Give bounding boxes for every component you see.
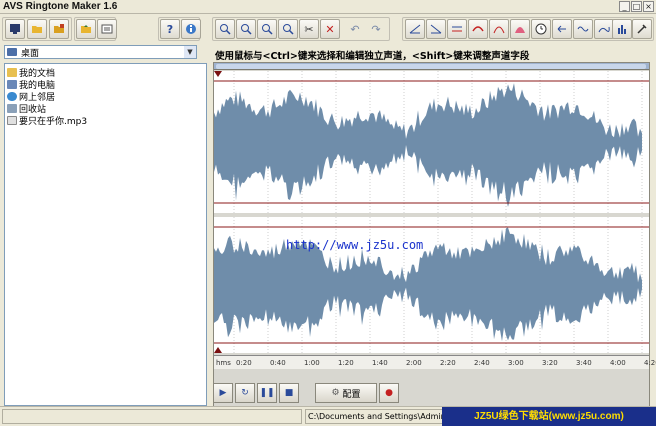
pause-button[interactable]: ❚❚ xyxy=(257,383,277,403)
reverse-icon[interactable] xyxy=(552,19,572,39)
waveform-view[interactable]: http://www.jz5u.com hms 0:20 0:40 1:00 1:20 1… xyxy=(213,62,656,410)
echo-icon[interactable] xyxy=(489,19,509,39)
equalizer-icon[interactable] xyxy=(612,19,632,39)
zoom-out-icon[interactable] xyxy=(236,19,256,39)
folder-icon xyxy=(7,67,17,77)
view-list-icon[interactable] xyxy=(97,19,117,39)
silence-icon[interactable] xyxy=(573,19,593,39)
zoom-selection-icon[interactable] xyxy=(278,19,298,39)
file-browser: 桌面 ▼ 我的文档 我的电脑 网上邻居 回收站 要只在乎你.mp3 xyxy=(0,44,207,406)
tree-item-computer[interactable]: 我的电脑 xyxy=(7,78,55,91)
timeline-label: 0:40 xyxy=(270,359,286,367)
main-toolbar: ? ✂ ✕ ↶ ↷ xyxy=(0,14,656,44)
file-tree: 我的文档 我的电脑 网上邻居 回收站 要只在乎你.mp3 xyxy=(4,63,207,406)
loop-button[interactable]: ↻ xyxy=(235,383,255,403)
title-bar: AVS Ringtone Maker 1.6 _ □ × xyxy=(0,0,656,14)
fade-out-icon[interactable] xyxy=(426,19,446,39)
status-bar: C:\Documents and Settings\Administrator\… xyxy=(0,406,656,426)
config-label: 配置 xyxy=(342,389,361,400)
config-button[interactable]: ⚙ 配置 xyxy=(315,383,377,403)
timeline-label: 0:20 xyxy=(236,359,252,367)
tree-item-network[interactable]: 网上邻居 xyxy=(7,90,55,103)
recycle-bin-icon xyxy=(7,103,17,113)
timeline-label: 4:00 xyxy=(610,359,626,367)
timeline-label: hms xyxy=(216,359,231,367)
timer-icon[interactable] xyxy=(531,19,551,39)
zoom-in-icon[interactable] xyxy=(215,19,235,39)
help-icon[interactable]: ? xyxy=(160,19,180,39)
redo-icon[interactable]: ↷ xyxy=(366,19,386,39)
settings-icon[interactable] xyxy=(594,19,614,39)
computer-icon xyxy=(7,79,17,89)
tools-icon[interactable] xyxy=(632,19,652,39)
timeline-label: 2:40 xyxy=(474,359,490,367)
horizontal-scrollbar[interactable] xyxy=(214,63,649,70)
close-button[interactable]: × xyxy=(643,1,654,12)
editor-hint: 使用鼠标与<Ctrl>键来选择和编辑独立声道，<Shift>键来调整声道字段 xyxy=(215,51,530,62)
minimize-button[interactable]: _ xyxy=(619,1,630,12)
monitor-icon[interactable] xyxy=(5,19,25,39)
window-title: AVS Ringtone Maker 1.6 xyxy=(3,1,118,12)
timeline-label: 3:00 xyxy=(508,359,524,367)
channel-right[interactable] xyxy=(214,217,649,353)
waveform-editor: 使用鼠标与<Ctrl>键来选择和编辑独立声道，<Shift>键来调整声道字段 h… xyxy=(207,44,656,410)
folder-up-icon[interactable] xyxy=(76,19,96,39)
timeline-label: 1:40 xyxy=(372,359,388,367)
waveform-right xyxy=(214,217,649,353)
playback-controls: ▶ ↻ ❚❚ ■ ⚙ 配置 ● xyxy=(213,383,399,403)
location-dropdown[interactable]: 桌面 ▼ xyxy=(4,45,197,59)
tree-item-label: 要只在乎你.mp3 xyxy=(19,116,88,127)
delete-icon[interactable]: ✕ xyxy=(320,19,340,39)
timeline-label: 3:40 xyxy=(576,359,592,367)
equalizer-icon[interactable] xyxy=(510,19,530,39)
timeline-label: 2:20 xyxy=(440,359,456,367)
stop-button[interactable]: ■ xyxy=(279,383,299,403)
fade-in-icon[interactable] xyxy=(405,19,425,39)
tree-item-audio-file[interactable]: 要只在乎你.mp3 xyxy=(7,114,88,127)
selection-end-marker[interactable] xyxy=(214,347,222,353)
location-selected: 桌面 xyxy=(21,49,40,59)
info-icon[interactable] xyxy=(181,19,201,39)
timeline-label: 4:20 xyxy=(644,359,656,367)
desktop-icon xyxy=(7,48,17,56)
waveform-left xyxy=(214,71,649,213)
status-empty xyxy=(2,409,302,424)
amplify-icon[interactable] xyxy=(468,19,488,39)
status-path: C:\Documents and Settings\Administrator\… xyxy=(305,409,443,424)
network-icon xyxy=(7,91,17,101)
channel-left[interactable] xyxy=(214,71,649,213)
open-folder-icon[interactable] xyxy=(27,19,47,39)
timeline-label: 2:00 xyxy=(406,359,422,367)
scrollbar-thumb[interactable] xyxy=(216,64,646,69)
zoom-fit-icon[interactable] xyxy=(257,19,277,39)
undo-icon[interactable]: ↶ xyxy=(345,19,365,39)
tree-item-recycle-bin[interactable]: 回收站 xyxy=(7,102,46,115)
chevron-down-icon[interactable]: ▼ xyxy=(184,46,196,58)
cut-icon[interactable]: ✂ xyxy=(299,19,319,39)
maximize-button[interactable]: □ xyxy=(631,1,642,12)
watermark-url: http://www.jz5u.com xyxy=(286,238,424,252)
tree-item-documents[interactable]: 我的文档 xyxy=(7,66,55,79)
record-button[interactable]: ● xyxy=(379,383,399,403)
audio-file-icon xyxy=(7,115,17,125)
timeline-label: 1:20 xyxy=(338,359,354,367)
recent-files-icon[interactable] xyxy=(49,19,69,39)
timeline-label: 1:00 xyxy=(304,359,320,367)
site-brand-banner: JZ5U绿色下载站(www.jz5u.com) xyxy=(442,407,656,426)
timeline-label: 3:20 xyxy=(542,359,558,367)
normalize-icon[interactable] xyxy=(447,19,467,39)
selection-start-marker[interactable] xyxy=(214,71,222,77)
play-button[interactable]: ▶ xyxy=(213,383,233,403)
timeline-ruler: hms 0:20 0:40 1:00 1:20 1:40 2:00 2:20 2:40 3:00 3… xyxy=(214,355,656,369)
wrench-icon: ⚙ xyxy=(331,388,340,398)
